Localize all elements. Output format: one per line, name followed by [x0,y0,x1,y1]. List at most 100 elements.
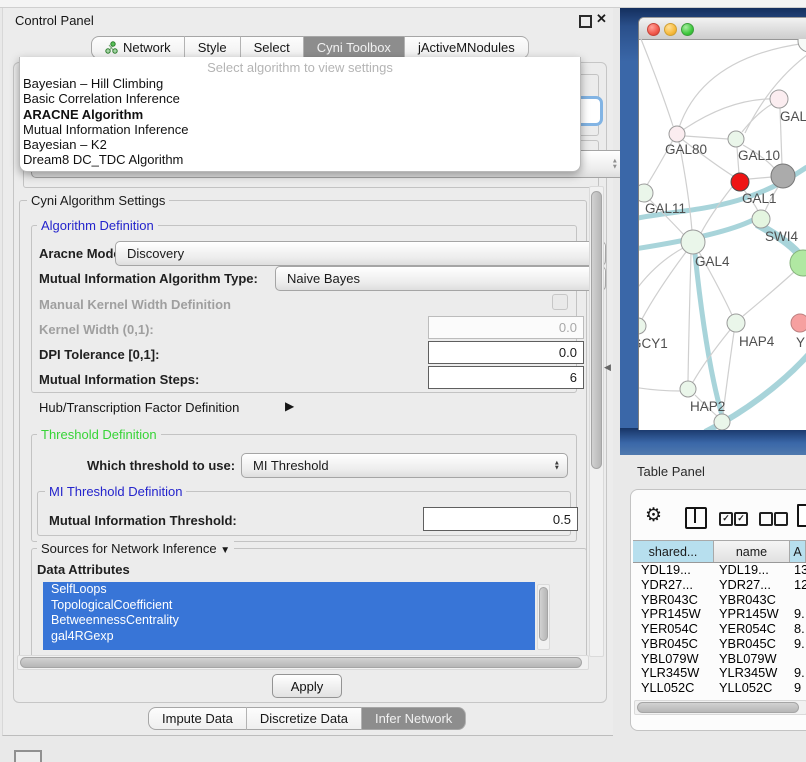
network-canvas[interactable]: GAL7GAL80GAL10GAL1GAL11SWI4GAL4GCY1HAP4Y… [639,39,806,430]
apply-button[interactable]: Apply [272,674,342,698]
cell: 12 [790,577,806,592]
table-row[interactable]: YDL19...YDL19...13 [633,562,806,577]
network-node[interactable] [681,230,705,254]
algorithm-option[interactable]: Bayesian – K2 [23,137,188,152]
table-row[interactable]: YER054CYER054C8. [633,621,806,636]
algorithm-option[interactable]: Dream8 DC_TDC Algorithm [23,152,188,167]
cell: 8. [790,621,806,636]
network-node[interactable] [639,184,653,202]
cell: 9 [790,680,806,695]
attribute-item[interactable]: BetweennessCentrality [43,613,535,629]
tab-cyni-toolbox[interactable]: Cyni Toolbox [304,36,405,59]
table-row[interactable]: YDR27...YDR27...12 [633,577,806,592]
network-node[interactable] [728,131,744,147]
spinner-arrows-icon: ▲▼ [554,460,560,471]
table-row[interactable]: YLL052CYLL052C9 [633,680,806,695]
tab-select[interactable]: Select [241,36,304,59]
network-node[interactable] [669,126,685,142]
mi-steps-field[interactable]: 6 [428,366,584,389]
table-row[interactable]: YBR045CYBR045C9. [633,636,806,651]
algorithm-option[interactable]: Bayesian – Hill Climbing [23,76,188,91]
table-hscrollbar[interactable] [634,700,806,715]
network-node[interactable] [639,318,646,334]
column-header-shared-name[interactable]: shared... [633,541,714,562]
dpi-tolerance-field[interactable]: 0.0 [428,341,584,364]
manual-kernel-checkbox[interactable] [552,294,568,310]
network-node[interactable] [727,314,745,332]
network-node[interactable] [731,173,749,191]
settings-vscrollbar[interactable] [589,186,604,657]
tab-style[interactable]: Style [185,36,241,59]
tab-label: Cyni Toolbox [317,40,391,55]
mi-type-label: Mutual Information Algorithm Type: [39,271,258,286]
minimize-window-icon[interactable] [664,23,677,36]
network-node[interactable] [680,381,696,397]
network-edge [742,104,772,132]
network-node[interactable] [791,314,806,332]
network-edge [642,252,686,319]
tab-impute-data[interactable]: Impute Data [148,707,247,730]
kernel-width-field[interactable]: 0.0 [428,316,584,339]
checked-box-icon[interactable]: ✓ [719,512,733,526]
minimized-panel-icon[interactable] [14,750,42,762]
which-threshold-value: MI Threshold [253,458,329,473]
splitter-collapse-icon[interactable]: ◀ [604,362,611,373]
network-node[interactable] [770,90,788,108]
tab-discretize-data[interactable]: Discretize Data [247,707,362,730]
sources-title: Sources for Network Inference ▼ [37,541,234,556]
network-edge [685,136,728,139]
table-row[interactable]: YBL079WYBL079W [633,651,806,666]
network-edge [688,254,691,381]
tab-label: Infer Network [375,711,452,726]
network-node[interactable] [752,210,770,228]
hub-definition-label[interactable]: Hub/Transcription Factor Definition [39,400,239,415]
collapse-down-icon[interactable]: ▼ [220,545,230,556]
aracne-mode-combo[interactable]: Discovery ▲▼ [115,241,606,266]
table-row[interactable]: YBR043CYBR043C [633,592,806,607]
network-window-titlebar[interactable] [639,18,806,40]
data-attributes-list[interactable]: SelfLoopsTopologicalCoefficientBetweenne… [43,582,535,650]
attribute-item[interactable]: TopologicalCoefficient [43,598,535,614]
attribute-item[interactable]: gal4RGexp [43,629,535,645]
column-header-partial[interactable]: A [790,541,806,562]
tab-label: Discretize Data [260,711,348,726]
table-row[interactable]: YPR145WYPR145W9. [633,606,806,621]
network-node[interactable] [798,39,806,52]
network-node[interactable] [771,164,795,188]
which-threshold-combo[interactable]: MI Threshold ▲▼ [241,453,568,478]
close-icon[interactable]: ✕ [596,11,607,27]
algorithm-option[interactable]: ARACNE Algorithm [23,107,188,122]
tab-infer-network[interactable]: Infer Network [362,707,466,730]
attributes-scrollbar[interactable] [537,584,550,650]
column-header-name[interactable]: name [714,541,790,562]
unchecked-box-icon[interactable] [759,512,773,526]
mi-type-combo[interactable]: Naive Bayes ▲▼ [275,266,606,291]
mi-threshold-title: MI Threshold Definition [45,484,186,499]
control-panel: Control Panel ✕ Network Style Select Cyn… [2,8,613,736]
mi-threshold-field[interactable]: 0.5 [423,507,578,531]
columns-icon[interactable] [685,507,707,529]
document-icon[interactable] [797,504,806,527]
mi-steps-label: Mutual Information Steps: [39,372,199,387]
algorithm-option[interactable]: Basic Correlation Inference [23,91,188,106]
gear-icon[interactable]: ⚙ [645,504,662,527]
tab-network[interactable]: Network [91,36,185,59]
settings-hscrollbar[interactable] [17,655,589,670]
float-window-icon[interactable] [579,15,592,28]
expand-right-icon[interactable]: ▶ [285,399,294,413]
attribute-item[interactable]: SelfLoops [43,582,535,598]
network-node[interactable] [790,250,806,276]
algorithm-option[interactable]: Mutual Information Inference [23,122,188,137]
node-label: GAL1 [742,191,777,206]
mi-type-value: Naive Bayes [287,271,360,286]
network-node[interactable] [714,414,730,430]
unchecked-box-icon[interactable] [774,512,788,526]
checked-box-icon[interactable]: ✓ [734,512,748,526]
screen: Control Panel ✕ Network Style Select Cyn… [0,0,806,762]
table-row[interactable]: YLR345WYLR345W9. [633,666,806,681]
cyni-algorithm-settings-title: Cyni Algorithm Settings [27,193,169,208]
node-label: Y [796,335,805,350]
close-window-icon[interactable] [647,23,660,36]
zoom-window-icon[interactable] [681,23,694,36]
tab-jactivemnodules[interactable]: jActiveMNodules [405,36,529,59]
